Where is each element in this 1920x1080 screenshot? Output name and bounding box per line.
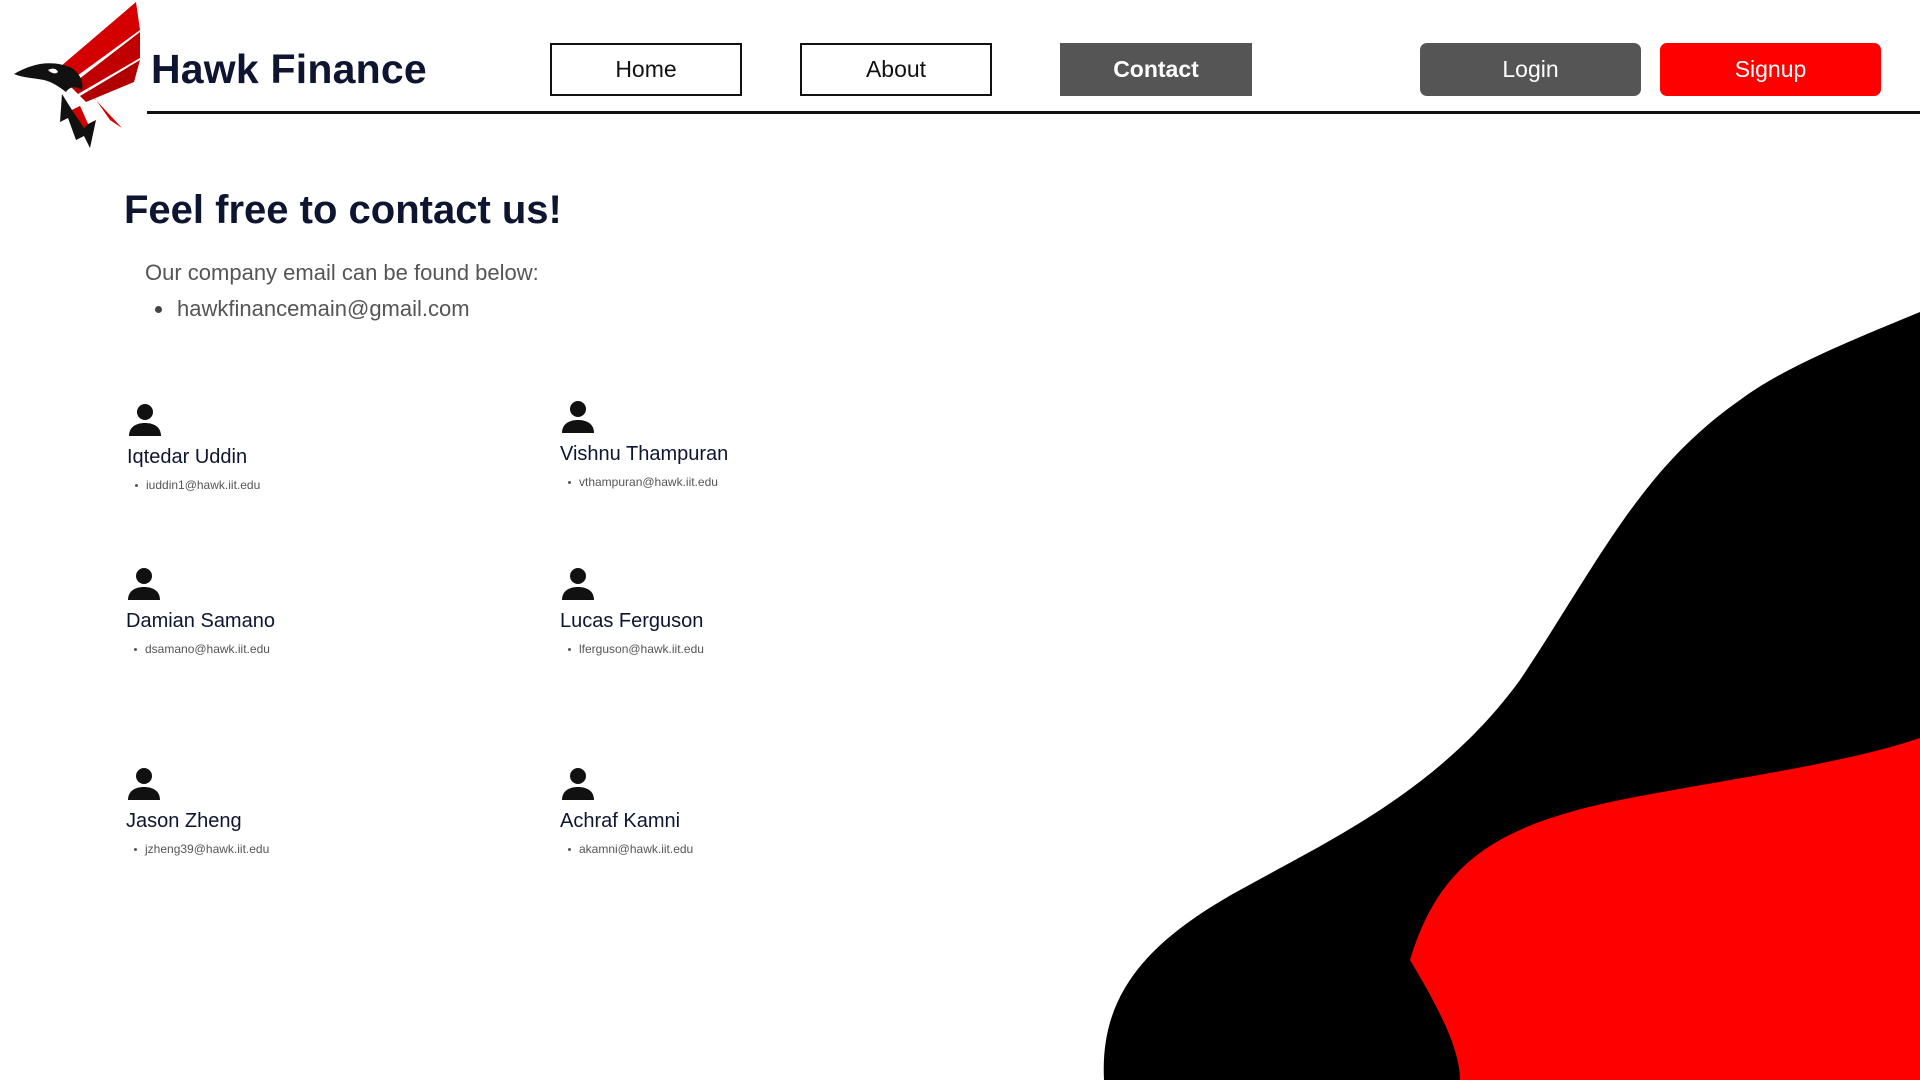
member-name: Lucas Ferguson [560, 610, 704, 632]
member-name: Jason Zheng [126, 810, 242, 832]
person-icon [129, 404, 161, 436]
member-email-item: vthampuran@hawk.iit.edu [568, 475, 920, 489]
person-icon [562, 568, 594, 600]
header-divider [147, 111, 1920, 114]
person-icon [562, 401, 594, 433]
red-wave-shape [1410, 738, 1920, 1080]
nav-about-button[interactable]: About [800, 43, 992, 96]
team-member-card: Vishnu Thampuran vthampuran@hawk.iit.edu [560, 399, 920, 489]
member-email-item: iuddin1@hawk.iit.edu [135, 478, 487, 492]
company-email-item: hawkfinancemain@gmail.com [155, 296, 470, 322]
member-name: Iqtedar Uddin [127, 446, 248, 468]
team-member-card: Damian Samano dsamano@hawk.iit.edu [126, 566, 486, 656]
member-email[interactable]: lferguson@hawk.iit.edu [579, 642, 704, 656]
member-name: Achraf Kamni [560, 810, 681, 832]
member-name: Vishnu Thampuran [560, 443, 729, 465]
company-email-link[interactable]: hawkfinancemain@gmail.com [177, 296, 470, 322]
member-name: Damian Samano [126, 610, 275, 632]
hawk-logo-icon [14, 2, 140, 148]
team-member-card: Lucas Ferguson lferguson@hawk.iit.edu [560, 566, 920, 656]
member-email-item: jzheng39@hawk.iit.edu [134, 842, 486, 856]
login-button[interactable]: Login [1420, 43, 1641, 96]
member-email-item: lferguson@hawk.iit.edu [568, 642, 920, 656]
bullet-icon [568, 847, 571, 851]
member-email[interactable]: akamni@hawk.iit.edu [579, 842, 693, 856]
member-email[interactable]: iuddin1@hawk.iit.edu [146, 478, 260, 492]
person-icon [562, 768, 594, 800]
member-email[interactable]: vthampuran@hawk.iit.edu [579, 475, 718, 489]
decorative-wave-shapes [1103, 312, 1920, 1080]
bullet-icon [568, 480, 571, 484]
bullet-icon [135, 483, 138, 487]
team-member-card: Jason Zheng jzheng39@hawk.iit.edu [126, 766, 486, 856]
person-icon [128, 568, 160, 600]
team-member-card: Achraf Kamni akamni@hawk.iit.edu [560, 766, 920, 856]
person-icon [128, 768, 160, 800]
member-email-item: akamni@hawk.iit.edu [568, 842, 920, 856]
bullet-icon [134, 847, 137, 851]
page: Hawk Finance Home About Contact Login Si… [0, 0, 1920, 1080]
nav-home-button[interactable]: Home [550, 43, 742, 96]
brand-name: Hawk Finance [151, 46, 427, 92]
page-title: Feel free to contact us! [124, 188, 562, 232]
black-wave-shape [1103, 312, 1920, 1080]
nav-contact-button[interactable]: Contact [1060, 43, 1252, 96]
signup-button[interactable]: Signup [1660, 43, 1881, 96]
member-email[interactable]: dsamano@hawk.iit.edu [145, 642, 270, 656]
bullet-icon [568, 647, 571, 651]
team-member-card: Iqtedar Uddin iuddin1@hawk.iit.edu [127, 402, 487, 492]
bullet-icon [134, 647, 137, 651]
member-email-item: dsamano@hawk.iit.edu [134, 642, 486, 656]
contact-intro: Our company email can be found below: [145, 260, 539, 285]
member-email[interactable]: jzheng39@hawk.iit.edu [145, 842, 269, 856]
bullet-icon [155, 305, 162, 313]
